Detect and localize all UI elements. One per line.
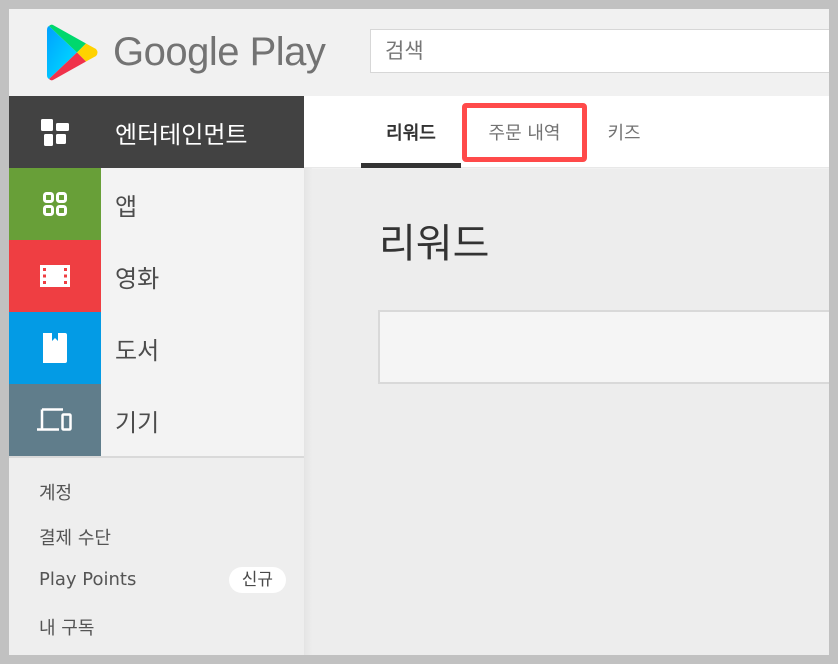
active-tab-indicator: [361, 163, 461, 168]
account-link-label: 계정: [39, 483, 73, 504]
sidebar: 엔터테인먼트 앱 영화 도서 기기 계정 결제 수단 Play Points 신…: [9, 96, 304, 655]
sidebar-item-label: 앱: [115, 192, 138, 221]
play-triangle-icon: [47, 24, 98, 81]
google-play-logo[interactable]: Google Play: [47, 24, 326, 81]
sidebar-item-apps[interactable]: 앱: [9, 168, 304, 240]
header: Google Play: [9, 9, 829, 96]
app-window: Google Play 엔터테인먼트: [9, 9, 829, 655]
search-input[interactable]: [385, 39, 829, 63]
sidebar-item-label: 엔터테인먼트: [115, 120, 248, 149]
tab-label: 키즈: [607, 123, 641, 144]
tab-order-history[interactable]: 주문 내역: [467, 96, 582, 168]
tab-label: 주문 내역: [488, 123, 561, 144]
page-title: 리워드: [379, 221, 490, 267]
play-points-label: Play Points: [39, 569, 137, 590]
rewards-card: [378, 310, 829, 384]
payment-methods-link[interactable]: 결제 수단: [39, 524, 289, 550]
play-points-link[interactable]: Play Points 신규: [39, 566, 289, 593]
main-content: 리워드: [312, 169, 829, 655]
search-box[interactable]: [370, 29, 829, 73]
brand-name: Google Play: [113, 30, 326, 74]
subscriptions-label: 내 구독: [39, 618, 95, 639]
tab-kids[interactable]: 키즈: [594, 96, 654, 168]
sidebar-item-devices[interactable]: 기기: [9, 384, 304, 456]
sidebar-item-books[interactable]: 도서: [9, 312, 304, 384]
payment-methods-label: 결제 수단: [39, 528, 111, 549]
sidebar-item-entertainment[interactable]: 엔터테인먼트: [9, 96, 304, 168]
entertainment-icon: [9, 117, 101, 147]
sidebar-shadow: [304, 168, 312, 655]
new-badge: 신규: [228, 566, 286, 593]
sidebar-item-label: 도서: [115, 336, 160, 365]
subscriptions-link[interactable]: 내 구독: [39, 614, 289, 640]
sidebar-divider: [9, 456, 304, 458]
devices-icon: [9, 384, 101, 456]
sidebar-item-movies[interactable]: 영화: [9, 240, 304, 312]
top-tabs: 리워드 주문 내역 키즈: [304, 96, 829, 168]
tab-label: 리워드: [386, 123, 436, 144]
tab-rewards[interactable]: 리워드: [361, 96, 461, 168]
apps-grid-icon: [9, 168, 101, 240]
book-icon: [9, 312, 101, 384]
sidebar-item-label: 기기: [115, 408, 160, 437]
sidebar-item-label: 영화: [115, 264, 160, 293]
account-link[interactable]: 계정: [39, 479, 289, 505]
film-icon: [9, 240, 101, 312]
